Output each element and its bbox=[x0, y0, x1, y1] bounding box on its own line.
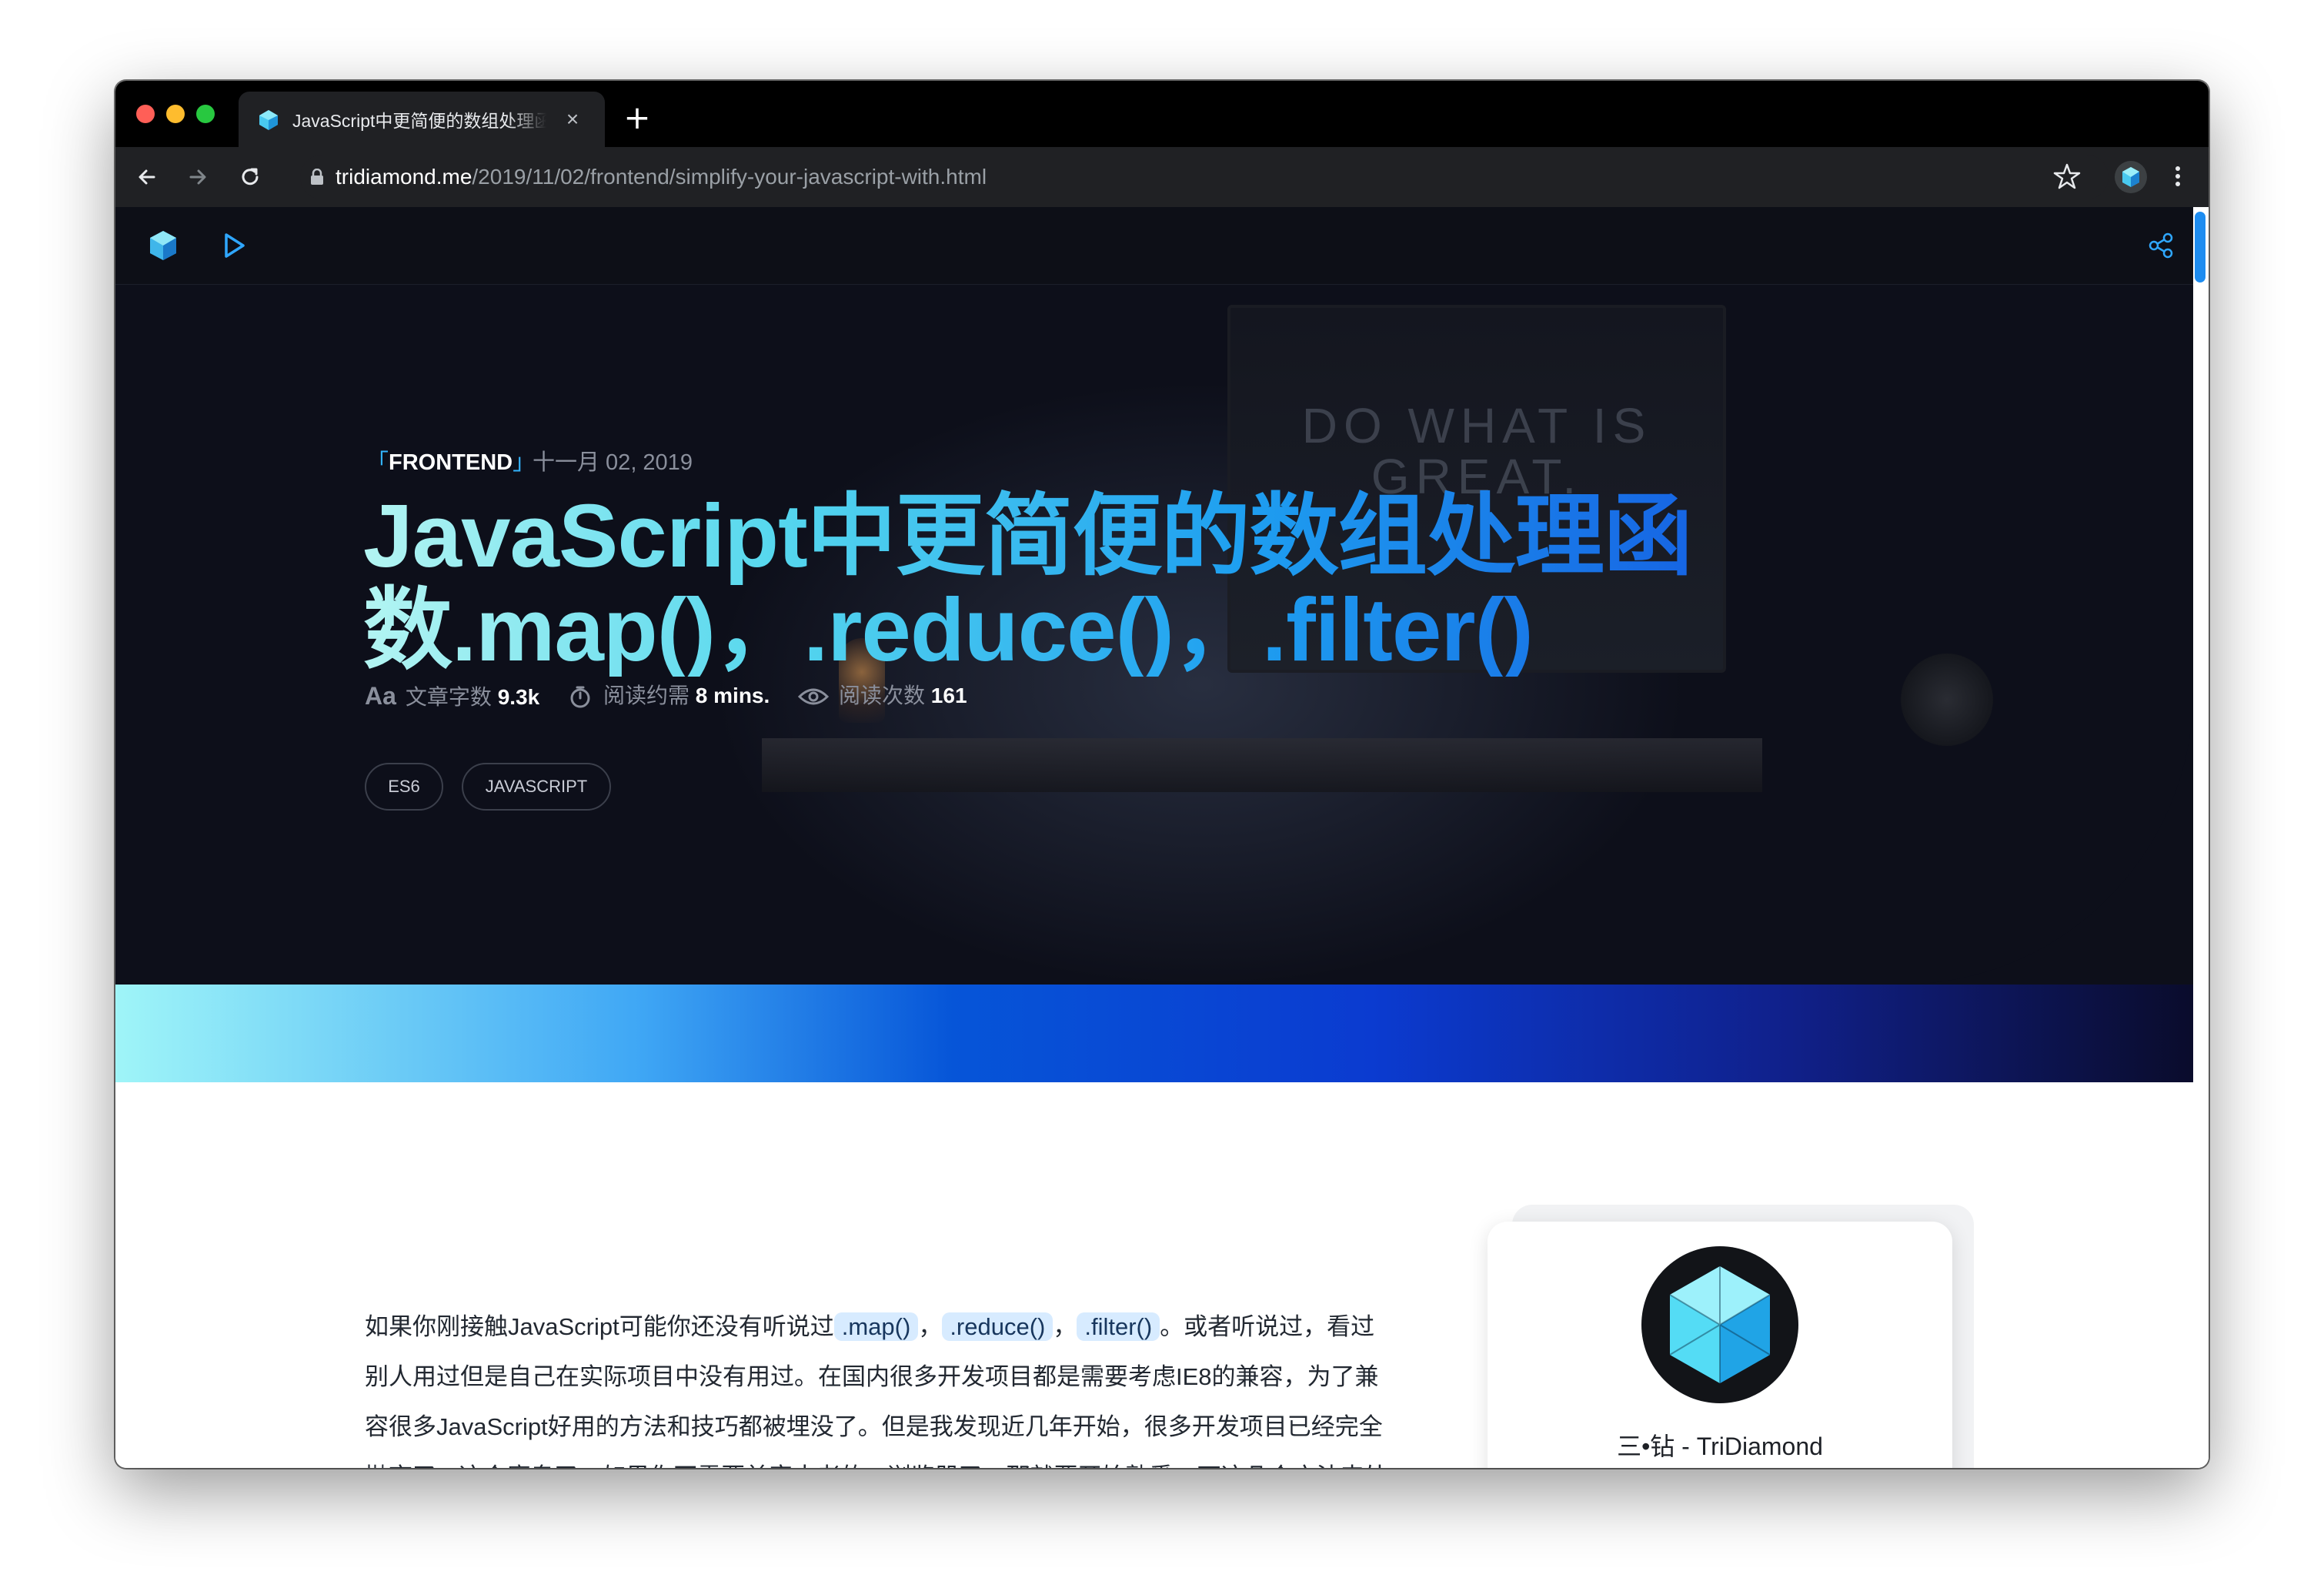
inline-code-map: .map() bbox=[833, 1312, 919, 1341]
tridiamond-avatar-icon bbox=[1669, 1266, 1771, 1383]
url-path: /2019/11/02/frontend/simplify-your-javas… bbox=[472, 165, 987, 189]
tab-title: JavaScript中更简便的数组处理函数.map()，.reduce()，.f… bbox=[292, 109, 546, 133]
view-count-label: 阅读次数 bbox=[839, 684, 926, 707]
post-title: JavaScript中更简便的数组处理函 数.map()，.reduce()，.… bbox=[363, 489, 1825, 677]
share-icon[interactable] bbox=[2147, 232, 2175, 259]
word-count-value: 9.3k bbox=[497, 685, 540, 709]
category-bracket-open: 「 bbox=[366, 450, 389, 475]
tridiamond-favicon-icon bbox=[259, 110, 278, 130]
maximize-window-button[interactable] bbox=[196, 105, 215, 123]
eye-icon bbox=[797, 688, 830, 705]
desk-image bbox=[762, 738, 1762, 792]
site-navbar bbox=[115, 207, 2209, 285]
back-icon[interactable] bbox=[132, 162, 162, 192]
article-separator-2: ， bbox=[1053, 1313, 1077, 1340]
extension-icon[interactable] bbox=[2115, 161, 2147, 193]
web-page: DO WHAT IS GREAT. 「FRONTEND」 十一月 02, 201… bbox=[115, 207, 2209, 1468]
post-date: 十一月 02, 2019 bbox=[533, 450, 693, 475]
speaker-image bbox=[1901, 654, 1993, 746]
author-card: 三•钻 - TriDiamond bbox=[1488, 1222, 1952, 1468]
close-icon[interactable]: × bbox=[562, 109, 583, 130]
scrollbar-track[interactable] bbox=[2193, 207, 2209, 1468]
hero-gradient-band bbox=[115, 985, 2209, 1082]
post-title-line-2: 数.map()，.reduce()，.filter() bbox=[363, 580, 1533, 680]
more-icon[interactable] bbox=[2170, 161, 2185, 192]
url-host: tridiamond.me bbox=[336, 165, 472, 189]
article-paragraph: 如果你刚接触JavaScript可能你还没有听说过 .map()， .reduce(… bbox=[365, 1302, 1396, 1468]
stopwatch-icon bbox=[570, 686, 590, 708]
minimize-window-button[interactable] bbox=[166, 105, 185, 123]
post-category[interactable]: 「FRONTEND」 bbox=[366, 447, 535, 478]
plus-icon[interactable]: + bbox=[622, 102, 653, 135]
close-window-button[interactable] bbox=[136, 105, 155, 123]
article-separator-1: ， bbox=[918, 1313, 943, 1340]
author-name[interactable]: 三•钻 - TriDiamond bbox=[1488, 1429, 1952, 1463]
post-title-line-1: JavaScript中更简便的数组处理函 bbox=[363, 486, 1692, 586]
browser-window: JavaScript中更简便的数组处理函数.map()，.reduce()，.f… bbox=[115, 81, 2209, 1468]
tag-javascript[interactable]: JAVASCRIPT bbox=[462, 763, 611, 811]
inline-code-reduce: .reduce() bbox=[942, 1312, 1053, 1341]
lock-icon bbox=[311, 169, 323, 185]
word-count: Aa 文章字数 9.3k bbox=[365, 678, 539, 714]
inline-code-filter: .filter() bbox=[1077, 1312, 1160, 1341]
font-size-icon: Aa bbox=[365, 682, 396, 710]
read-time-label: 阅读约需 bbox=[603, 684, 690, 707]
scrollbar-thumb[interactable] bbox=[2195, 212, 2205, 283]
browser-tab[interactable]: JavaScript中更简便的数组处理函数.map()，.reduce()，.f… bbox=[239, 92, 605, 147]
play-icon[interactable] bbox=[220, 230, 248, 261]
category-bracket-close: 」 bbox=[513, 450, 536, 475]
article-text-1: 如果你刚接触JavaScript可能你还没有听说过 bbox=[365, 1313, 834, 1340]
view-count-value: 161 bbox=[930, 684, 967, 707]
tridiamond-logo-icon[interactable] bbox=[146, 229, 180, 262]
category-label: FRONTEND bbox=[389, 450, 513, 475]
tag-es6[interactable]: ES6 bbox=[365, 763, 443, 811]
reload-icon[interactable] bbox=[235, 162, 265, 192]
tab-strip: JavaScript中更简便的数组处理函数.map()，.reduce()，.f… bbox=[115, 81, 2209, 147]
browser-toolbar: tridiamond.me/2019/11/02/frontend/simpli… bbox=[115, 147, 2209, 207]
url-text: tridiamond.me/2019/11/02/frontend/simpli… bbox=[336, 164, 987, 190]
forward-icon[interactable] bbox=[183, 162, 212, 192]
star-icon[interactable] bbox=[2052, 161, 2082, 192]
read-time-value: 8 mins. bbox=[695, 684, 770, 707]
author-avatar[interactable] bbox=[1641, 1246, 1798, 1403]
view-count: 阅读次数 161 bbox=[797, 678, 967, 714]
address-bar[interactable]: tridiamond.me/2019/11/02/frontend/simpli… bbox=[300, 155, 2109, 199]
word-count-label: 文章字数 bbox=[405, 685, 492, 709]
hero-section: DO WHAT IS GREAT. 「FRONTEND」 十一月 02, 201… bbox=[115, 207, 2209, 1082]
read-time: 阅读约需 8 mins. bbox=[568, 678, 770, 714]
